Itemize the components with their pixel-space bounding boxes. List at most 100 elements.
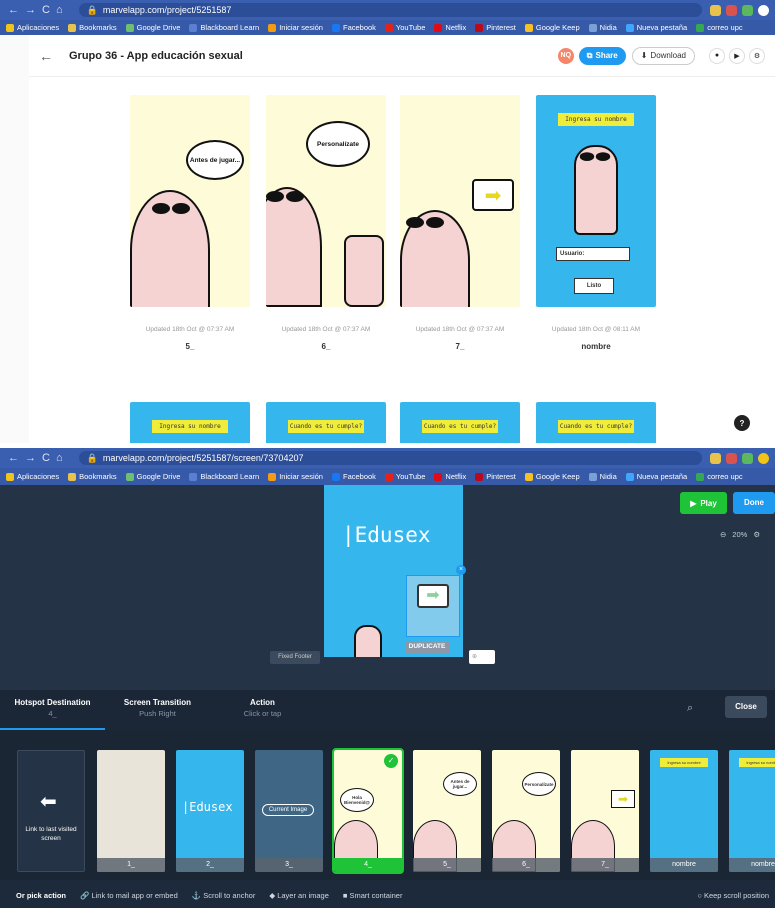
comment-icon[interactable]: ●	[709, 47, 725, 64]
profile-icon[interactable]	[758, 4, 769, 16]
bookmark-item[interactable]: Bookmarks	[68, 472, 117, 481]
bookmark-item[interactable]: correo upc	[696, 23, 743, 32]
bookmark-item[interactable]: Nueva pestaña	[625, 472, 687, 481]
action-smart-container[interactable]: ■ Smart container	[343, 891, 403, 900]
keep-scroll-toggle[interactable]: ○ Keep scroll position	[697, 891, 775, 900]
bookmark-item[interactable]: Google Drive	[125, 23, 180, 32]
download-button[interactable]: ⬇ Download	[631, 46, 695, 65]
bookmark-item[interactable]: Pinterest	[475, 472, 516, 481]
screen-card-row2[interactable]: Cuando es tu cumple?	[536, 402, 656, 443]
bookmark-item[interactable]: YouTube	[384, 472, 425, 481]
action-link-mail[interactable]: 🔗 Link to mail app or embed	[80, 891, 178, 900]
bookmark-item[interactable]: Iniciar sesión	[268, 23, 323, 32]
screen-card-5[interactable]: Antes de jugar...	[130, 95, 250, 307]
bookmark-item[interactable]: Facebook	[331, 23, 376, 32]
play-button[interactable]: ▶ Play	[680, 492, 727, 514]
bookmark-item[interactable]: Aplicaciones	[6, 23, 59, 32]
arrow-right-icon: ➡	[611, 790, 635, 808]
screen-card-row2[interactable]: Ingresa su nombre	[130, 402, 250, 443]
download-icon: ⬇	[640, 51, 648, 60]
back-icon[interactable]: ←	[8, 4, 19, 16]
screen-thumb[interactable]: Current Image 3_	[255, 750, 323, 872]
screen-name[interactable]: 7_	[390, 342, 530, 351]
profile-icon[interactable]	[758, 452, 769, 464]
bookmark-item[interactable]: Blackboard Learn	[189, 472, 259, 481]
bookmark-item[interactable]: YouTube	[384, 23, 425, 32]
link-last-screen[interactable]: ⬅ Link to last visited screen	[17, 750, 85, 872]
bookmark-item[interactable]: Nidia	[588, 23, 617, 32]
extension-icon[interactable]	[742, 452, 753, 464]
screen-card-7[interactable]: ➡	[400, 95, 520, 307]
action-layer-image[interactable]: ◆ Layer an image	[269, 891, 329, 900]
tab-action[interactable]: Action Click or tap	[210, 690, 315, 730]
tab-screen-transition[interactable]: Screen Transition Push Right	[105, 690, 210, 730]
bookmark-item[interactable]: Nidia	[588, 472, 617, 481]
reload-icon[interactable]: C	[42, 452, 50, 464]
address-bar[interactable]: 🔒 marvelapp.com/project/5251587/screen/73…	[78, 451, 702, 465]
tab-hotspot-destination[interactable]: Hotspot Destination 4_	[0, 690, 105, 730]
radio-icon: ○	[697, 890, 702, 900]
bookmark-item[interactable]: Google Keep	[524, 23, 580, 32]
avatar[interactable]: NQ	[557, 47, 574, 64]
star-icon[interactable]	[710, 452, 721, 464]
screen-thumb[interactable]: ➡ 7_	[571, 750, 639, 872]
bookmark-item[interactable]: Google Drive	[125, 472, 180, 481]
bookmark-item[interactable]: Bookmarks	[68, 23, 117, 32]
zoom-out-icon[interactable]: ⊖	[720, 530, 726, 539]
star-icon[interactable]	[710, 4, 721, 16]
screen-card-row2[interactable]: Cuando es tu cumple?	[400, 402, 520, 443]
bookmark-item[interactable]: Netflix	[434, 472, 466, 481]
bookmark-label: Pinterest	[486, 472, 516, 481]
or-pick-label: Or pick action	[16, 890, 67, 900]
screen-thumb[interactable]: |Edusex 2_	[176, 750, 244, 872]
bookmark-label: Nidia	[599, 472, 617, 481]
help-icon[interactable]: ?	[734, 415, 750, 431]
extension-icon[interactable]	[726, 4, 737, 16]
extension-icon[interactable]	[726, 452, 737, 464]
done-button[interactable]: Done	[733, 492, 775, 514]
bookmark-item[interactable]: Blackboard Learn	[189, 23, 259, 32]
bookmark-item[interactable]: Nueva pestaña	[625, 23, 687, 32]
screen-name[interactable]: nombre	[526, 342, 666, 351]
fixed-footer-toggle[interactable]: Fixed Footer	[270, 651, 320, 664]
address-bar[interactable]: 🔒 marvelapp.com/project/5251587	[78, 3, 702, 17]
back-icon[interactable]: ←	[8, 452, 19, 464]
bookmark-item[interactable]: Aplicaciones	[6, 472, 59, 481]
screen-name[interactable]: 6_	[256, 342, 396, 351]
settings-icon[interactable]: ⚙	[749, 47, 765, 64]
bookmark-item[interactable]: Netflix	[434, 23, 466, 32]
screen-thumb[interactable]: Ingresa su nombre nombre	[650, 750, 718, 872]
search-icon[interactable]: ⌕	[687, 690, 717, 730]
bookmark-icon	[189, 23, 198, 32]
bookmark-item[interactable]: Iniciar sesión	[268, 472, 323, 481]
bookmark-item[interactable]: Facebook	[331, 472, 376, 481]
hotspot-area[interactable]: ➡	[406, 575, 460, 637]
screen-thumb[interactable]: 1_	[97, 750, 165, 872]
home-icon[interactable]: ⌂	[56, 4, 63, 16]
reload-icon[interactable]: C	[42, 4, 50, 16]
screen-thumb[interactable]: Antes de jugar... 5_	[413, 750, 481, 872]
forward-icon[interactable]: →	[25, 4, 36, 16]
forward-icon[interactable]: →	[25, 452, 36, 464]
bookmark-item[interactable]: correo upc	[696, 472, 743, 481]
zoom-settings-icon[interactable]: ⚙	[753, 530, 760, 539]
screen-card-nombre[interactable]: Ingresa su nombre Usuario: Listo	[536, 95, 656, 307]
action-scroll-anchor[interactable]: ⚓ Scroll to anchor	[192, 891, 256, 900]
bookmark-item[interactable]: Pinterest	[475, 23, 516, 32]
screen-thumb[interactable]: Ingresa su nombre nombre	[729, 750, 775, 872]
share-button[interactable]: ⧉ Share	[578, 46, 626, 65]
home-icon[interactable]: ⌂	[56, 452, 63, 464]
close-hotspot-icon[interactable]: ×	[456, 565, 466, 575]
screen-thumb[interactable]: Hola Bienvenid@ ✓ 4_	[332, 748, 404, 874]
play-icon[interactable]: ▶	[729, 47, 745, 64]
duplicate-button[interactable]: DUPLICATE	[405, 641, 449, 653]
bookmark-item[interactable]: Google Keep	[524, 472, 580, 481]
screen-card-6[interactable]: Personalízate	[266, 95, 386, 307]
extension-icon[interactable]	[742, 4, 753, 16]
screen-thumb[interactable]: Personalízate 6_	[492, 750, 560, 872]
screen-card-row2[interactable]: Cuando es tu cumple?	[266, 402, 386, 443]
close-button[interactable]: Close	[725, 696, 767, 718]
size-input[interactable]: ⊕	[469, 650, 495, 664]
screen-name[interactable]: 5_	[120, 342, 260, 351]
back-arrow-icon[interactable]: ←	[39, 48, 69, 64]
